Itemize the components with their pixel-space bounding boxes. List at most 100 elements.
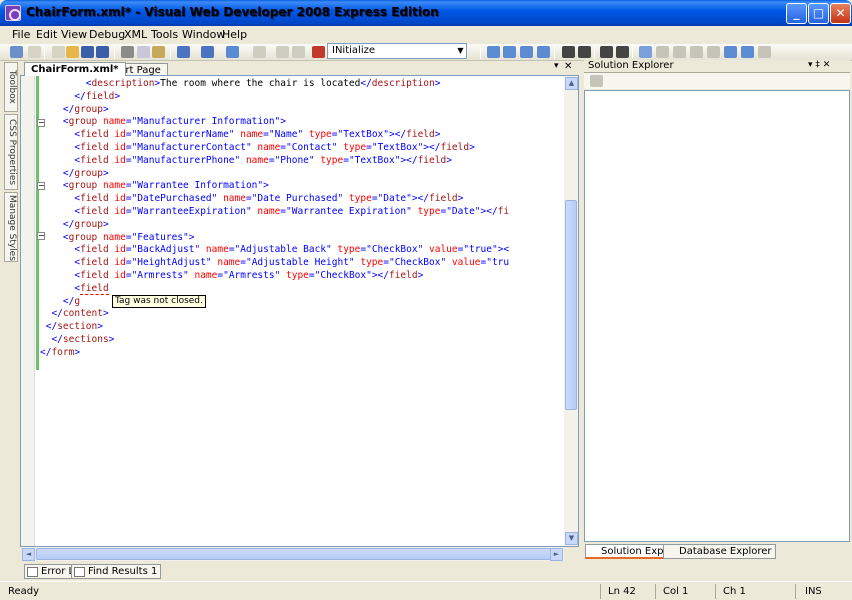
undo-icon[interactable] bbox=[177, 46, 190, 58]
code-line[interactable]: <field id="ManufacturerContact" name="Co… bbox=[40, 142, 509, 155]
code-line[interactable]: <field id="WarranteeExpiration" name="Wa… bbox=[40, 206, 509, 219]
xml-tool-2-icon[interactable] bbox=[503, 46, 516, 58]
code-line[interactable]: <field id="DatePurchased" name="Date Pur… bbox=[40, 193, 509, 206]
tab-dropdown-icon[interactable]: ▾ bbox=[554, 61, 559, 71]
menu-file[interactable]: File bbox=[8, 27, 34, 42]
prev-bookmark-icon[interactable] bbox=[656, 46, 669, 58]
code-token: field bbox=[80, 257, 109, 269]
code-line[interactable]: <group name="Features"> bbox=[40, 232, 509, 245]
add-item-icon[interactable] bbox=[28, 46, 41, 58]
navigate-icon[interactable] bbox=[226, 46, 239, 58]
code-line[interactable]: </form> bbox=[40, 347, 509, 360]
new-project-icon[interactable] bbox=[10, 46, 23, 58]
code-line[interactable]: </content> bbox=[40, 308, 509, 321]
toolbar-separator bbox=[170, 46, 171, 59]
code-token: name bbox=[97, 180, 126, 192]
chevron-down-icon[interactable]: ▼ bbox=[455, 45, 466, 57]
copy-icon[interactable] bbox=[137, 46, 150, 58]
properties-icon[interactable] bbox=[590, 75, 603, 87]
cut-icon[interactable] bbox=[121, 46, 134, 58]
comment-icon[interactable] bbox=[600, 46, 613, 58]
start-debug-icon[interactable] bbox=[276, 46, 289, 58]
close-document-icon[interactable]: ✕ bbox=[564, 61, 572, 72]
step-icon[interactable] bbox=[292, 46, 305, 58]
indent-icon[interactable] bbox=[562, 46, 575, 58]
toolbar-options-icon[interactable] bbox=[758, 46, 771, 58]
xml-tool-1-icon[interactable] bbox=[487, 46, 500, 58]
code-token: field bbox=[80, 129, 109, 141]
code-token: </ bbox=[62, 295, 75, 307]
status-column: Col 1 bbox=[663, 586, 689, 597]
solution-config-combo[interactable]: INitialize bbox=[327, 43, 467, 59]
code-token: </ bbox=[62, 167, 75, 179]
next-folder-bookmark-icon[interactable] bbox=[707, 46, 720, 58]
code-token: </ bbox=[45, 321, 58, 333]
code-line[interactable]: <group name="Manufacturer Information"> bbox=[40, 116, 509, 129]
code-line[interactable]: <field id="Armrests" name="Armrests" typ… bbox=[40, 270, 509, 283]
redo-icon[interactable] bbox=[201, 46, 214, 58]
code-token: ="Date"></ bbox=[440, 205, 498, 217]
code-token: type bbox=[280, 269, 309, 281]
scroll-right-icon[interactable]: ► bbox=[550, 548, 563, 561]
paste-icon[interactable] bbox=[152, 46, 165, 58]
solution-explorer-tree[interactable] bbox=[584, 90, 850, 542]
manage-styles-tab[interactable]: Manage Styles bbox=[4, 192, 18, 262]
tab-database-explorer[interactable]: Database Explorer bbox=[663, 544, 776, 559]
solution-explorer-title: Solution Explorer bbox=[588, 60, 674, 71]
next-bookmark-icon[interactable] bbox=[673, 46, 686, 58]
save-icon[interactable] bbox=[81, 46, 94, 58]
uncomment-icon[interactable] bbox=[616, 46, 629, 58]
code-content[interactable]: <description>The room where the chair is… bbox=[40, 78, 509, 360]
scroll-left-icon[interactable]: ◄ bbox=[22, 548, 35, 561]
pane-controls[interactable]: ▾ ‡ ✕ bbox=[808, 60, 830, 70]
menu-help[interactable]: Help bbox=[218, 27, 251, 42]
code-line[interactable]: </group> bbox=[40, 219, 509, 232]
prev-folder-bookmark-icon[interactable] bbox=[690, 46, 703, 58]
clear-bookmarks-icon[interactable] bbox=[741, 46, 754, 58]
tab-chairform[interactable]: ChairForm.xml* bbox=[24, 62, 126, 76]
tab-find-results[interactable]: Find Results 1 bbox=[71, 564, 162, 579]
maximize-button[interactable]: □ bbox=[808, 3, 829, 24]
code-line[interactable]: <field id="ManufacturerPhone" name="Phon… bbox=[40, 155, 509, 168]
menu-tools[interactable]: Tools bbox=[147, 27, 182, 42]
code-line[interactable]: </group> bbox=[40, 104, 509, 117]
code-token: type bbox=[354, 257, 384, 269]
code-line[interactable]: </field> bbox=[40, 91, 509, 104]
code-line[interactable]: </g bbox=[40, 296, 509, 309]
scroll-up-icon[interactable]: ▲ bbox=[565, 77, 578, 90]
horizontal-scroll-thumb[interactable] bbox=[36, 548, 561, 560]
code-line[interactable]: </group> bbox=[40, 168, 509, 181]
minimize-button[interactable]: _ bbox=[786, 3, 807, 24]
web-icon[interactable] bbox=[312, 46, 325, 58]
code-line[interactable]: <field bbox=[40, 282, 509, 296]
css-properties-tab[interactable]: CSS Properties bbox=[4, 114, 18, 190]
close-button[interactable]: ✕ bbox=[830, 3, 851, 24]
xml-tool-3-icon[interactable] bbox=[520, 46, 533, 58]
code-line[interactable]: <field id="ManufacturerName" name="Name"… bbox=[40, 129, 509, 142]
code-line[interactable]: <field id="BackAdjust" name="Adjustable … bbox=[40, 244, 509, 257]
bookmark-window-icon[interactable] bbox=[724, 46, 737, 58]
outdent-icon[interactable] bbox=[578, 46, 591, 58]
find-icon[interactable] bbox=[253, 46, 266, 58]
toolbox-tab[interactable]: Toolbox bbox=[4, 62, 18, 112]
xml-tool-4-icon[interactable] bbox=[537, 46, 550, 58]
code-token: id bbox=[108, 129, 126, 141]
code-line[interactable]: <description>The room where the chair is… bbox=[40, 78, 509, 91]
code-line[interactable]: <group name="Warrantee Information"> bbox=[40, 180, 509, 193]
new-file-icon[interactable] bbox=[52, 46, 65, 58]
code-token: type bbox=[337, 141, 367, 153]
open-folder-icon[interactable] bbox=[66, 46, 79, 58]
code-line[interactable]: <field id="HeightAdjust" name="Adjustabl… bbox=[40, 257, 509, 270]
scroll-down-icon[interactable]: ▼ bbox=[565, 532, 578, 545]
save-all-icon[interactable] bbox=[96, 46, 109, 58]
code-token: field bbox=[80, 244, 109, 256]
code-token: group bbox=[68, 231, 98, 243]
bookmark-icon[interactable] bbox=[639, 46, 652, 58]
code-line[interactable]: </section> bbox=[40, 321, 509, 334]
vertical-scroll-thumb[interactable] bbox=[565, 200, 577, 410]
code-line[interactable]: </sections> bbox=[40, 334, 509, 347]
